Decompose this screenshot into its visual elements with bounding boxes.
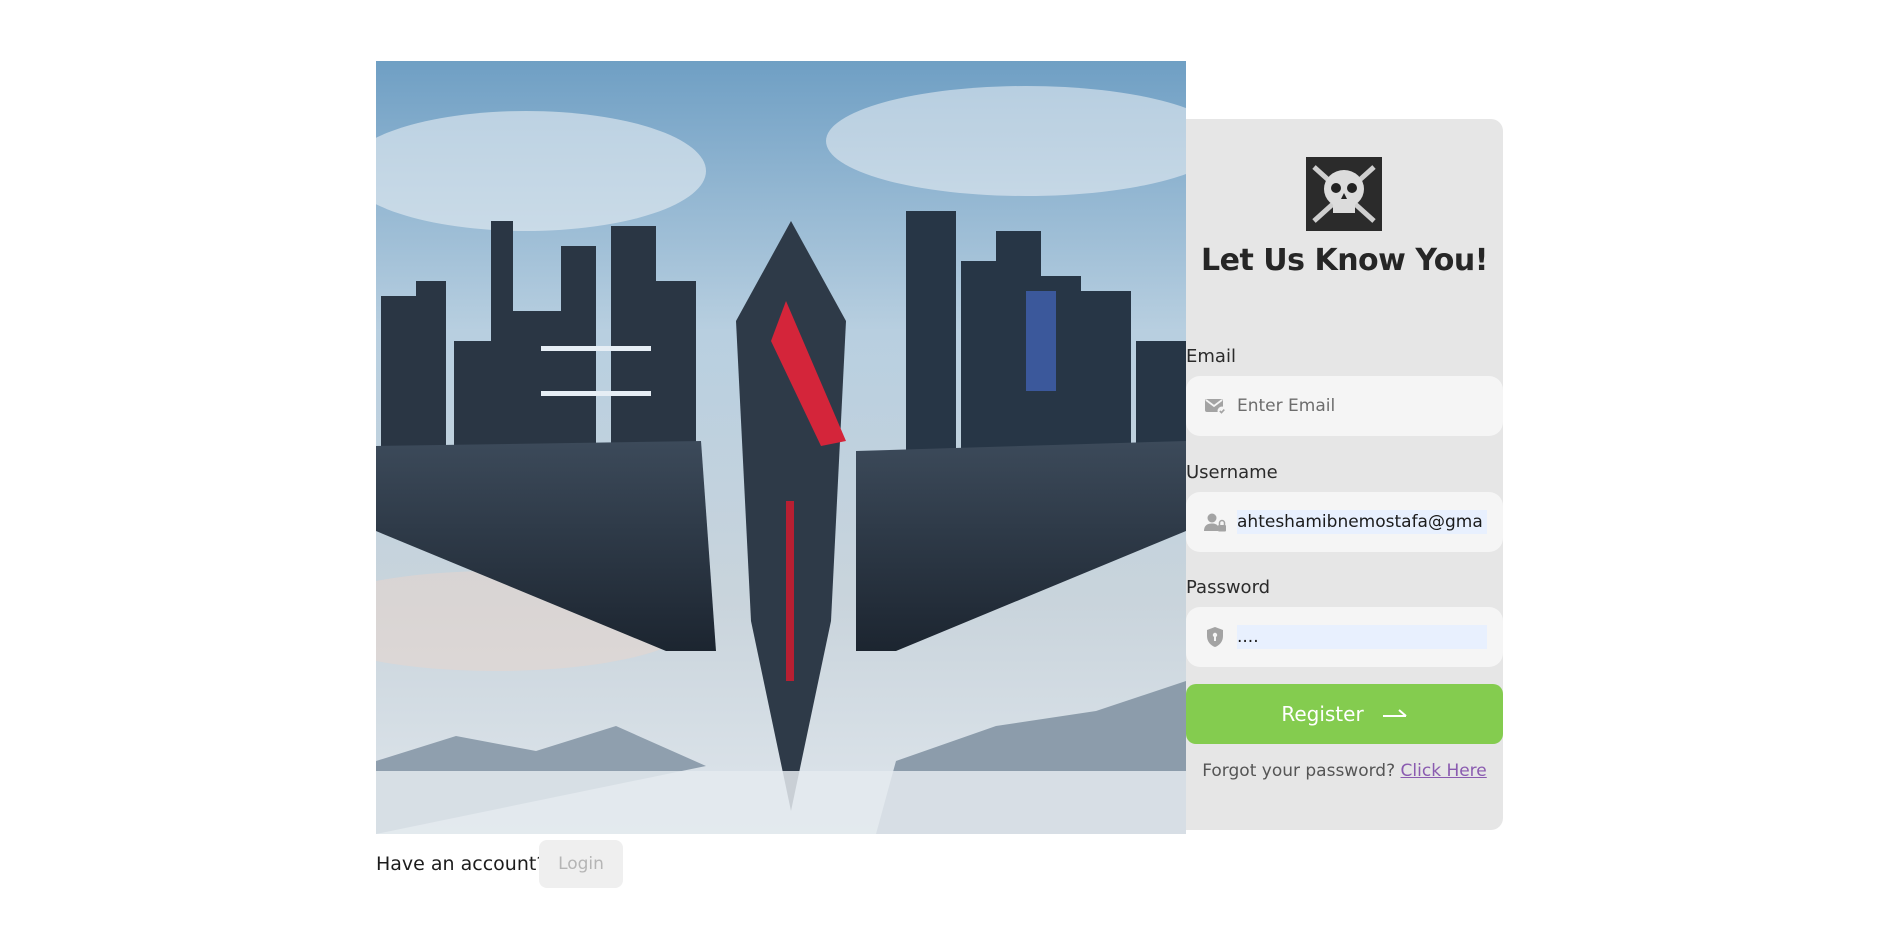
username-input[interactable] bbox=[1237, 510, 1487, 534]
password-input[interactable] bbox=[1237, 625, 1487, 649]
login-button[interactable]: Login bbox=[539, 840, 623, 888]
hero-image bbox=[376, 61, 1186, 834]
page-title: Let Us Know You! bbox=[1201, 243, 1488, 278]
have-account-text: Have an account? bbox=[376, 853, 547, 875]
forgot-text: Forgot your password? bbox=[1202, 761, 1396, 781]
email-input[interactable] bbox=[1237, 394, 1487, 418]
shield-icon bbox=[1207, 627, 1223, 647]
user-lock-icon bbox=[1204, 513, 1226, 532]
email-field[interactable] bbox=[1186, 376, 1503, 436]
password-field[interactable] bbox=[1186, 607, 1503, 667]
forgot-password-link[interactable]: Click Here bbox=[1401, 761, 1487, 781]
skull-logo bbox=[1306, 157, 1382, 231]
arrow-right-icon bbox=[1382, 709, 1407, 717]
mail-check-icon bbox=[1205, 399, 1227, 416]
forgot-password: Forgot your password? Click Here bbox=[1186, 761, 1503, 781]
password-label: Password bbox=[1186, 577, 1271, 598]
register-label: Register bbox=[1281, 702, 1364, 726]
username-field[interactable] bbox=[1186, 492, 1503, 552]
register-card: Let Us Know You! Email Username Password… bbox=[1186, 119, 1503, 830]
register-button[interactable]: Register bbox=[1186, 684, 1503, 744]
username-label: Username bbox=[1186, 462, 1278, 483]
email-label: Email bbox=[1186, 346, 1236, 367]
